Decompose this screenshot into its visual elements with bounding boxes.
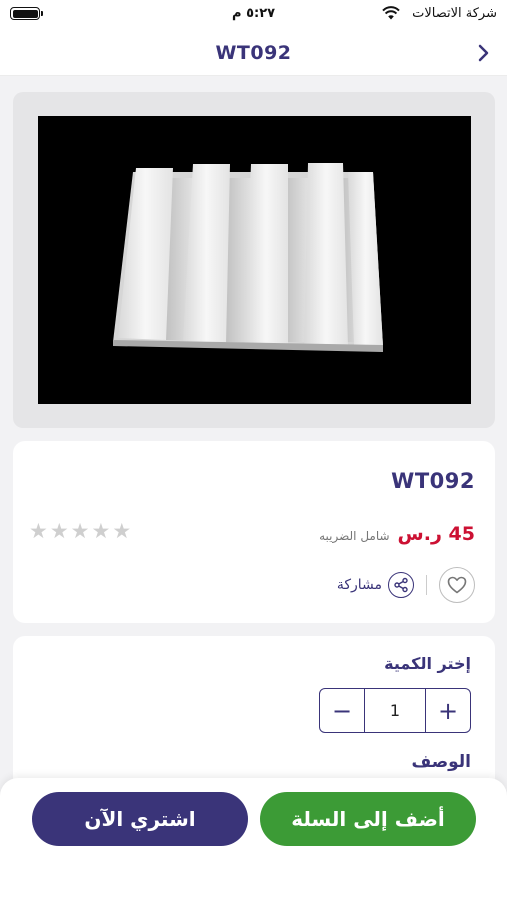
product-price: 45 ر.س: [397, 523, 475, 545]
decrease-button[interactable]: −: [320, 689, 364, 732]
price-row: 45 ر.س شامل الضريبه: [319, 523, 475, 545]
wifi-icon: [382, 6, 400, 20]
status-bar: ٥:٢٧ م شركة الاتصالات: [0, 0, 507, 30]
bottom-action-bar: أضف إلى السلة اشتري الآن: [0, 778, 507, 900]
product-image: [38, 116, 471, 404]
divider: [426, 575, 427, 595]
increase-button[interactable]: +: [426, 689, 470, 732]
share-button[interactable]: مشاركة: [337, 572, 414, 598]
star-icon: ★: [49, 519, 69, 543]
app-header: WT092: [0, 30, 507, 76]
page-title: WT092: [215, 42, 292, 64]
carrier-name: شركة الاتصالات: [412, 6, 497, 21]
star-icon: ★: [91, 519, 111, 543]
quantity-value[interactable]: 1: [364, 689, 426, 732]
share-label: مشاركة: [336, 577, 382, 593]
quantity-stepper: − 1 +: [319, 688, 471, 733]
share-icon: [388, 572, 414, 598]
chevron-right-icon[interactable]: [477, 44, 491, 62]
heart-icon: [447, 576, 467, 594]
quantity-title: إختر الكمية: [384, 654, 471, 673]
star-icon: ★: [70, 519, 90, 543]
favorite-button[interactable]: [439, 567, 475, 603]
star-icon: ★: [29, 519, 48, 543]
battery-icon: [10, 7, 43, 20]
tax-note: شامل الضريبه: [319, 529, 390, 543]
buy-now-button[interactable]: اشتري الآن: [32, 792, 248, 846]
product-info-card: WT092 45 ر.س شامل الضريبه ★ ★ ★ ★ ★ مشار…: [13, 441, 495, 623]
product-actions: مشاركة: [337, 567, 475, 603]
product-name: WT092: [391, 469, 475, 493]
star-icon: ★: [112, 519, 132, 543]
rating-stars: ★ ★ ★ ★ ★: [29, 521, 131, 542]
status-time: ٥:٢٧ م: [232, 6, 276, 21]
product-image-card: [13, 92, 495, 428]
add-to-cart-button[interactable]: أضف إلى السلة: [260, 792, 476, 846]
description-title: الوصف: [411, 752, 471, 772]
